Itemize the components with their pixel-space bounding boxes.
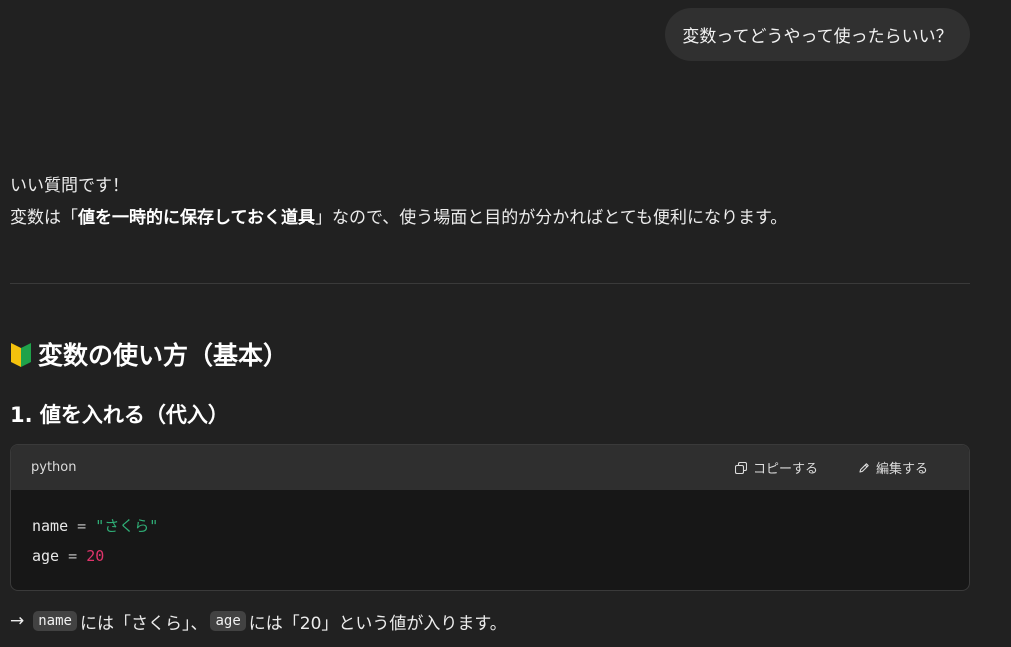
beginner-mark-icon <box>11 343 31 367</box>
copy-icon <box>734 461 747 474</box>
code-header: python コピーする 編集する <box>11 445 969 490</box>
section-heading: 変数の使い方（基本） <box>10 334 288 374</box>
section-heading-text: 変数の使い方（基本） <box>38 341 289 370</box>
code-block: python コピーする 編集する name = "さくら" age = 20 <box>10 444 970 591</box>
explanation-text-1: には「さくら」、 <box>79 613 208 634</box>
code-body: name = "さくら" age = 20 <box>11 490 969 590</box>
intro-suffix: 」なので、使う場面と目的が分かればとても便利になります。 <box>314 208 788 228</box>
assistant-intro: いい質問です！ 変数は「値を一時的に保存しておく道具」なので、使う場面と目的が分… <box>10 170 787 234</box>
intro-prefix: 変数は「 <box>10 208 78 228</box>
horizontal-divider <box>10 283 970 284</box>
user-message-text: 変数ってどうやって使ったらいい？ <box>682 27 953 47</box>
code-identifier: name <box>32 517 69 535</box>
code-operator: = <box>68 547 78 565</box>
edit-label: 編集する <box>875 462 928 477</box>
explanation-line: → name には「さくら」、 age には「20」という値が入ります。 <box>10 605 507 637</box>
code-line: age = 20 <box>32 541 948 571</box>
code-identifier: age <box>32 547 60 565</box>
code-language-label: python <box>31 460 77 475</box>
copy-code-button[interactable]: コピーする <box>734 458 818 477</box>
code-string-literal: "さくら" <box>95 517 159 535</box>
intro-line-1: いい質問です！ <box>10 176 129 196</box>
code-number-literal: 20 <box>86 547 105 565</box>
pencil-icon <box>859 462 869 473</box>
inline-code-name: name <box>33 611 77 631</box>
edit-code-button[interactable]: 編集する <box>858 458 928 477</box>
explanation-text-2: には「20」という値が入ります。 <box>248 613 507 634</box>
copy-label: コピーする <box>752 462 818 477</box>
inline-code-age: age <box>210 611 246 631</box>
arrow-glyph: → <box>10 611 25 631</box>
user-message-bubble: 変数ってどうやって使ったらいい？ <box>665 8 970 61</box>
sub-heading: 1. 値を入れる（代入） <box>10 403 229 427</box>
code-operator: = <box>77 517 87 535</box>
code-line: name = "さくら" <box>32 511 948 541</box>
intro-line-2: 変数は「値を一時的に保存しておく道具」なので、使う場面と目的が分かればとても便利… <box>10 202 787 234</box>
intro-bold-phrase: 値を一時的に保存しておく道具 <box>78 208 315 228</box>
